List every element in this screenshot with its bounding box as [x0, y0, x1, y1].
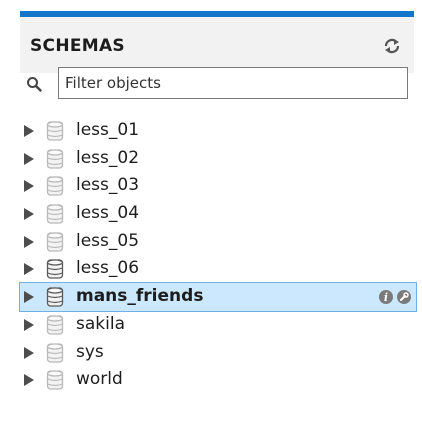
expand-arrow-icon[interactable]: [24, 374, 34, 387]
expand-arrow-icon[interactable]: [24, 235, 34, 248]
schema-item[interactable]: less_02: [20, 145, 416, 173]
database-icon: [46, 259, 64, 280]
database-icon: [46, 176, 64, 197]
expand-arrow-icon[interactable]: [24, 152, 34, 165]
schema-item[interactable]: sys: [20, 339, 416, 367]
schema-label: sakila: [76, 313, 125, 334]
schema-label: world: [76, 369, 123, 390]
expand-arrow-icon[interactable]: [24, 125, 34, 137]
database-icon: [46, 342, 64, 363]
schema-item[interactable]: mans_friends i: [19, 282, 417, 312]
schema-label: less_05: [76, 230, 140, 251]
schema-tree: less_01 less_02 less_03 less_04 less_05 less_…: [19, 117, 417, 394]
schema-item[interactable]: less_05: [20, 228, 416, 256]
refresh-icon[interactable]: [383, 37, 401, 55]
schema-item[interactable]: sakila: [20, 311, 416, 339]
schemas-title: SCHEMAS: [30, 36, 125, 56]
schema-item[interactable]: less_06: [20, 255, 416, 283]
info-icon[interactable]: i: [378, 289, 394, 305]
schema-item[interactable]: world: [20, 366, 416, 394]
schema-label: less_04: [76, 203, 140, 224]
schema-label: mans_friends: [76, 286, 204, 307]
database-icon: [46, 204, 64, 224]
search-icon: [27, 77, 42, 92]
expand-arrow-icon[interactable]: [24, 346, 34, 359]
database-icon: [46, 370, 64, 390]
svg-text:i: i: [384, 291, 388, 304]
database-icon: [46, 287, 64, 307]
schema-label: less_06: [76, 258, 140, 279]
expand-arrow-icon[interactable]: [24, 208, 34, 221]
expand-arrow-icon[interactable]: [24, 318, 34, 331]
filter-row: [20, 63, 414, 105]
schema-item[interactable]: less_01: [20, 117, 416, 145]
expand-arrow-icon[interactable]: [24, 263, 34, 276]
expand-arrow-icon[interactable]: [24, 180, 34, 193]
schema-label: less_02: [76, 147, 140, 168]
database-icon: [46, 121, 64, 141]
schema-item[interactable]: less_03: [20, 172, 416, 200]
database-icon: [46, 315, 64, 335]
schema-label: less_03: [76, 175, 140, 196]
database-icon: [46, 232, 64, 252]
wrench-icon[interactable]: [396, 289, 412, 305]
schema-label: less_01: [76, 120, 140, 140]
schema-label: sys: [76, 341, 104, 362]
filter-objects-input[interactable]: [58, 67, 408, 99]
database-icon: [46, 149, 64, 169]
expand-arrow-icon[interactable]: [24, 291, 34, 304]
schema-item[interactable]: less_04: [20, 200, 416, 228]
